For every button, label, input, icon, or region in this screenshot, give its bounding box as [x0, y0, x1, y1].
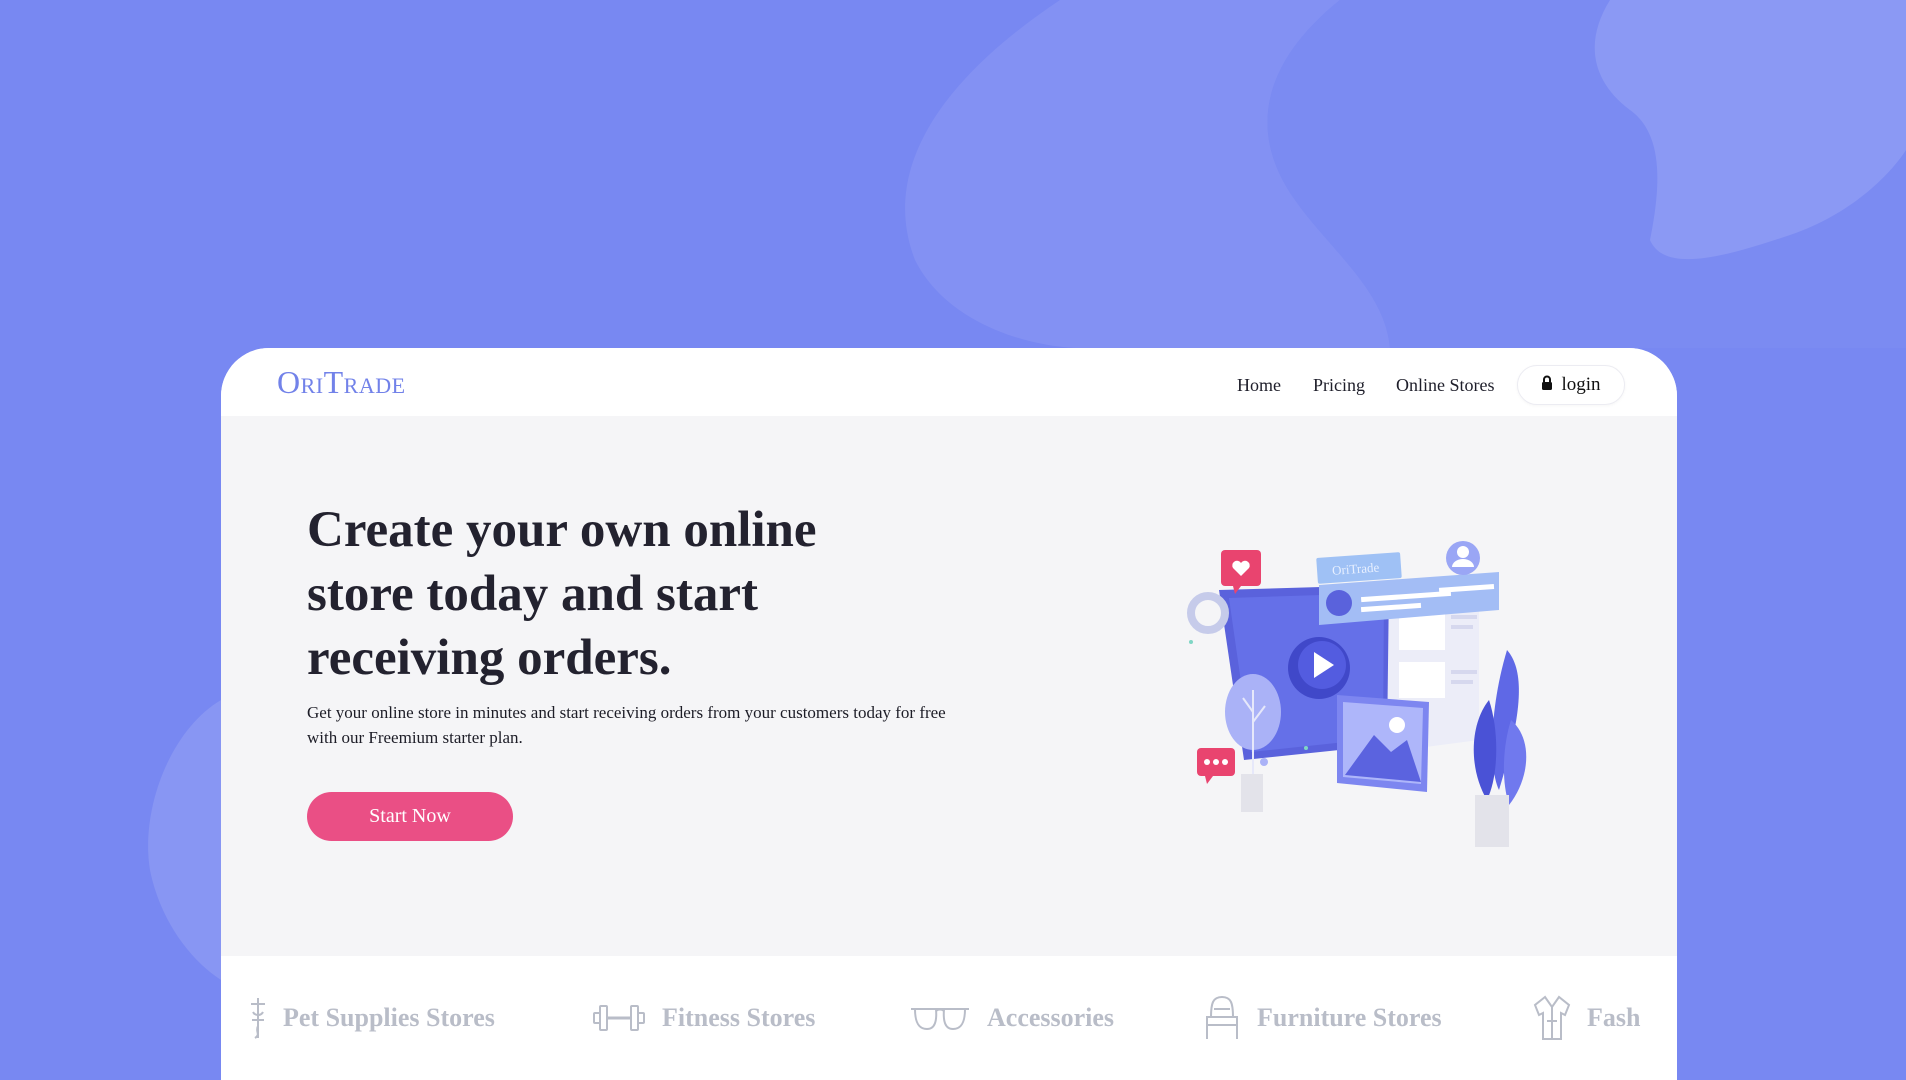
lock-icon — [1541, 374, 1553, 396]
glasses-icon — [911, 1008, 969, 1031]
category-furniture[interactable]: Furniture Stores — [1203, 956, 1442, 1080]
top-navbar: OriTrade Home Pricing Online Stores logi… — [221, 348, 1677, 416]
category-label: Pet Supplies Stores — [283, 1003, 495, 1032]
hero-description: Get your online store in minutes and sta… — [307, 703, 946, 747]
category-label: Accessories — [987, 1003, 1115, 1032]
logo[interactable]: OriTrade — [277, 364, 406, 401]
chair-icon — [1206, 995, 1238, 1039]
category-accessories[interactable]: Accessories — [909, 956, 1114, 1080]
login-button[interactable]: login — [1517, 365, 1625, 405]
nav-link-online-stores[interactable]: Online Stores — [1396, 375, 1495, 396]
dumbbell-icon — [593, 1005, 645, 1031]
category-fitness[interactable]: Fitness Stores — [592, 956, 815, 1080]
start-now-button[interactable]: Start Now — [307, 792, 513, 841]
category-pet-supplies[interactable]: Pet Supplies Stores — [249, 956, 495, 1080]
nav-link-home[interactable]: Home — [1237, 375, 1281, 396]
hero-illustration: OriTrade — [1187, 541, 1527, 847]
login-label: login — [1561, 374, 1601, 395]
store-categories: Pet Supplies Stores Fitness Stores Acces… — [221, 956, 1677, 1080]
clothing-icon — [1533, 995, 1571, 1040]
category-label: Furniture Stores — [1257, 1003, 1442, 1032]
nav-link-pricing[interactable]: Pricing — [1313, 375, 1365, 396]
pet-icon — [251, 998, 265, 1039]
category-fashion[interactable]: Fash — [1533, 956, 1640, 1080]
main-card: OriTrade Home Pricing Online Stores logi… — [221, 348, 1677, 1080]
hero-title: Create your own online store today and s… — [307, 502, 817, 686]
category-label: Fitness Stores — [662, 1003, 816, 1032]
category-label: Fash — [1587, 1003, 1641, 1032]
